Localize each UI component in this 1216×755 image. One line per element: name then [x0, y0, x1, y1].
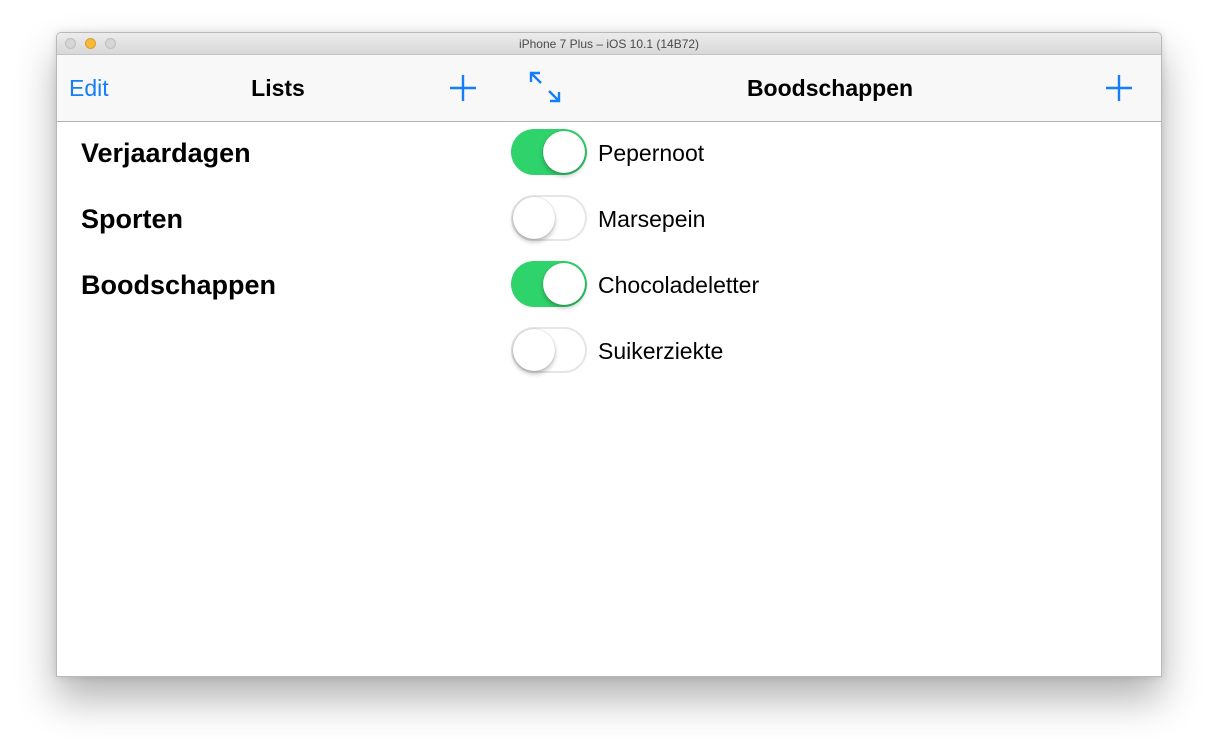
- lists-title: Lists: [251, 75, 305, 101]
- simulator-window: iPhone 7 Plus – iOS 10.1 (14B72) Edit Li…: [56, 32, 1162, 677]
- toggle-knob: [543, 131, 585, 173]
- list-item[interactable]: Verjaardagen: [81, 138, 251, 169]
- item-toggle-switch[interactable]: [511, 129, 587, 175]
- navigation-bar: Edit Lists Boodschappen: [57, 55, 1161, 122]
- plus-icon[interactable]: [1105, 74, 1133, 102]
- toggle-knob: [513, 197, 555, 239]
- item-toggle-switch[interactable]: [511, 195, 587, 241]
- plus-icon[interactable]: [449, 74, 477, 102]
- list-item[interactable]: Sporten: [81, 204, 183, 235]
- item-label: Chocoladeletter: [598, 272, 760, 298]
- detail-title: Boodschappen: [746, 75, 914, 101]
- window-title: iPhone 7 Plus – iOS 10.1 (14B72): [518, 37, 700, 51]
- item-toggle-switch[interactable]: [511, 327, 587, 373]
- toggle-knob: [543, 263, 585, 305]
- item-label: Marsepein: [598, 206, 706, 232]
- title-bar[interactable]: iPhone 7 Plus – iOS 10.1 (14B72): [57, 33, 1161, 55]
- item-label: Suikerziekte: [598, 338, 724, 364]
- lists-pane: Verjaardagen Sporten Boodschappen: [57, 122, 509, 676]
- list-item[interactable]: Boodschappen: [81, 270, 276, 301]
- item-toggle-switch[interactable]: [511, 261, 587, 307]
- item-label: Pepernoot: [598, 140, 705, 166]
- toggle-knob: [513, 329, 555, 371]
- expand-arrows-icon[interactable]: [529, 71, 561, 103]
- items-pane: Pepernoot Marsepein Chocoladeletter Suik…: [509, 122, 1161, 676]
